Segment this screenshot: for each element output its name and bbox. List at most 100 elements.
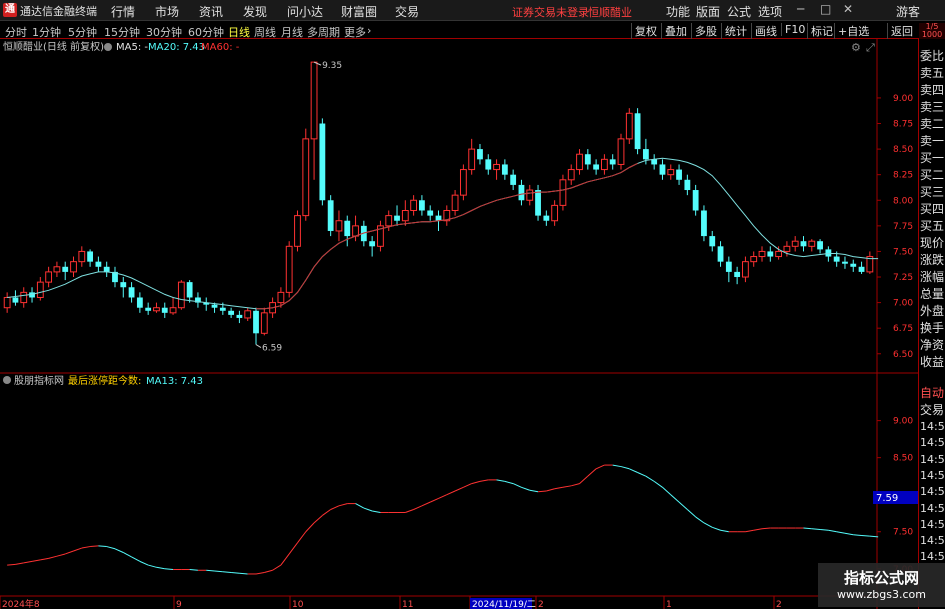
quote-row-label: 外盘 [920,304,945,318]
mark-button[interactable]: 标记 [807,23,836,39]
date-label: 2 [776,600,782,609]
period-tab-30min[interactable]: 30分钟 [146,24,182,40]
close-icon[interactable]: ✕ [843,2,853,16]
indicator-segment [745,529,754,533]
indicator-segment [214,570,223,573]
candle-body [211,304,218,308]
auto-trade-button[interactable]: 自动 [920,384,945,401]
overlay-button[interactable]: 叠加 [661,23,690,39]
trade-button[interactable]: 交易 [920,401,945,418]
high-price-label: 9.35 [322,61,342,71]
menu-item-ask[interactable]: 问小达 [287,3,323,20]
indicator-segment [73,547,82,552]
menu-item-trade[interactable]: 交易 [395,3,419,20]
back-button[interactable]: 返回 [887,23,916,39]
legend-toggle-icon[interactable] [104,43,112,51]
candle-body [419,200,425,211]
draw-line-button[interactable]: 画线 [751,23,780,39]
maximize-icon[interactable]: □ [820,2,831,16]
app-title: 通达信金融终端 [20,5,97,18]
legend-ma20: MA20: 7.43 [148,42,205,53]
main-axis-label: 9.00 [893,94,913,104]
multi-stock-button[interactable]: 多股 [691,23,720,39]
period-tab-intraday[interactable]: 分时 [5,24,27,40]
candle-body [493,163,500,171]
period-tab-60min[interactable]: 60分钟 [188,24,224,40]
menu-item-wealth[interactable]: 财富圈 [341,3,377,20]
indicator-segment [761,527,771,530]
tick-time: 14:56 [920,420,945,433]
indicator-segment [579,475,589,484]
period-tab-15min[interactable]: 15分钟 [104,24,140,40]
chevron-right-icon[interactable]: › [367,24,371,37]
candle-body [344,220,351,237]
tick-time: 14:56 [920,550,945,564]
indicator-segment [629,468,638,473]
add-watchlist-button[interactable]: +自选 [834,23,872,39]
indicator-series [7,464,879,575]
date-axis: 2024年8 9 10 11 2024/11/19/二 2 1 2 [0,596,782,609]
period-tab-5min[interactable]: 5分钟 [68,24,97,40]
main-legend-title: 恒顺醋业(日线 前复权) [3,40,104,53]
indicator-segment [438,494,447,499]
indicator-toggle-icon[interactable] [3,376,11,384]
candle-body [800,241,807,247]
adjust-button[interactable]: 复权 [631,23,660,39]
legend-ma60: MA60: - [201,42,240,53]
candle-body [758,250,766,258]
menu-item-function[interactable]: 功能 [666,3,690,20]
candle-body [70,261,77,273]
statistics-button[interactable]: 统计 [721,23,750,39]
indicator-segment [7,563,16,566]
indicator-segment [372,510,381,513]
minimize-icon[interactable]: ─ [797,2,804,16]
main-axis-label: 6.75 [893,324,913,334]
menu-item-quotes[interactable]: 行情 [111,3,135,20]
chart-area[interactable]: 恒顺醋业(日线 前复权) MA5: - MA20: 7.43 MA60: - ⚙… [0,39,918,609]
menu-item-discover[interactable]: 发现 [243,3,267,20]
candle-body [186,282,193,298]
period-tab-more[interactable]: 更多 [344,24,366,40]
period-tab-weekly[interactable]: 周线 [254,24,276,40]
period-tab-1min[interactable]: 1分钟 [32,24,61,40]
period-tab-multi[interactable]: 多周期 [307,24,340,40]
settings-gear-icon[interactable]: ⚙ [851,41,861,54]
candle-body [593,164,600,170]
indicator-segment [156,566,165,570]
main-axis-label: 6.50 [893,350,913,360]
menu-item-formula[interactable]: 公式 [727,3,751,20]
candle-body [20,291,28,304]
low-price-label: 6.59 [262,344,282,354]
indicator-segment [687,509,696,518]
candle-body [327,200,334,231]
indicator-segment [637,472,647,477]
menu-item-news[interactable]: 资讯 [199,3,223,20]
candle-body [791,240,799,247]
period-tab-daily[interactable]: 日线 [228,24,250,40]
quote-row-label: 换手 [920,321,945,335]
menu-item-layout[interactable]: 版面 [696,3,720,20]
ma20-line-rising [256,162,638,310]
menu-item-market[interactable]: 市场 [155,3,179,20]
period-tab-monthly[interactable]: 月线 [281,24,303,40]
candle-body [526,189,534,201]
menu-item-options[interactable]: 选项 [758,3,782,20]
chart-expand-icon[interactable]: ⤢ [866,41,875,54]
tick-time: 14:56 [920,501,945,515]
indicator-segment [405,509,414,513]
guest-label[interactable]: 游客 [896,3,920,20]
indicator-segment [546,488,555,492]
candle-body [567,169,575,181]
candle-body [161,307,168,313]
candle-body [451,194,459,211]
quote-row-label: 买一 [920,151,945,165]
candle-body [401,210,409,222]
f10-button[interactable]: F10 [781,23,808,36]
indicator-segment [106,546,116,550]
tick-time: 14:56 [920,468,945,482]
indicator-segment [131,556,141,562]
main-axis-label: 7.50 [893,247,913,257]
candle-body [120,282,127,288]
login-warning[interactable]: 证券交易未登录 [512,4,589,20]
indicator-segment [114,548,124,553]
